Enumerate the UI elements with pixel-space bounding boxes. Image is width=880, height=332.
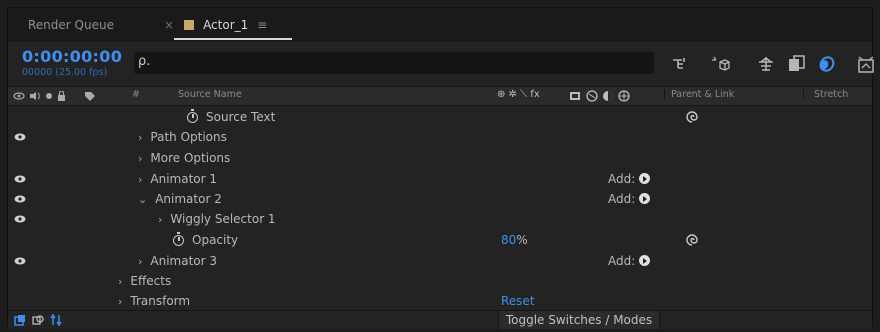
property-label: ⌄ Animator 2 — [138, 192, 222, 206]
property-label: › More Options — [138, 151, 231, 165]
property-label: Source Text — [187, 109, 275, 124]
eye-icon[interactable] — [14, 133, 26, 141]
property-row-transform[interactable]: › Transform Reset — [8, 291, 872, 311]
timeline-footer: Toggle Switches / Modes — [8, 310, 872, 329]
property-row-opacity[interactable]: Opacity 80% — [8, 230, 872, 250]
property-label: › Path Options — [138, 130, 227, 144]
layer-number-header: # — [132, 89, 140, 100]
add-property-menu[interactable]: Add: — [608, 254, 651, 268]
close-tab-icon[interactable]: × — [164, 8, 174, 42]
property-label: › Animator 3 — [138, 254, 218, 268]
property-row-animator-1[interactable]: › Animator 1 Add: — [8, 169, 872, 189]
switches-header-icons: ⊕ ✲ ⟍ fx — [497, 89, 540, 100]
panel-menu-icon[interactable]: ≡ — [257, 8, 267, 42]
in-out-duration-pane-icon[interactable] — [50, 314, 62, 326]
property-label: › Wiggly Selector 1 — [158, 212, 276, 226]
composition-mini-flowchart-icon[interactable] — [670, 54, 690, 74]
property-row-wiggly-selector-1[interactable]: › Wiggly Selector 1 — [8, 209, 872, 229]
pickwhip-icon[interactable] — [684, 232, 700, 248]
eye-icon[interactable] — [14, 215, 26, 223]
property-label: Opacity — [173, 232, 238, 247]
collapsed-chevron-icon[interactable]: › — [138, 173, 142, 186]
property-row-animator-2[interactable]: ⌄ Animator 2 Add: — [8, 189, 872, 209]
parent-link-header[interactable]: Parent & Link — [664, 89, 734, 100]
draft-3d-icon[interactable] — [710, 54, 730, 74]
shy-layers-icon[interactable] — [756, 54, 776, 74]
layer-switches-pane-icon[interactable] — [14, 314, 26, 326]
add-arrow-icon[interactable] — [639, 255, 651, 266]
av-features-header-icons — [13, 91, 95, 101]
property-row-animator-3[interactable]: › Animator 3 Add: — [8, 251, 872, 271]
property-row-effects[interactable]: › Effects — [8, 271, 872, 291]
panel-tab-bar: Render Queue × Actor_1 ≡ — [8, 8, 872, 42]
property-label: › Transform — [118, 294, 191, 308]
graph-editor-icon[interactable] — [856, 54, 876, 74]
collapsed-chevron-icon[interactable]: › — [138, 255, 142, 268]
add-arrow-icon[interactable] — [639, 173, 651, 184]
opacity-value[interactable]: 80% — [501, 233, 528, 247]
source-name-header[interactable]: Source Name — [178, 89, 242, 100]
toggle-switches-modes-button[interactable]: Toggle Switches / Modes — [498, 311, 660, 329]
collapsed-chevron-icon[interactable]: › — [118, 295, 122, 308]
property-label: › Effects — [118, 274, 172, 288]
current-time-display[interactable]: 0:00:00:00 — [22, 47, 122, 66]
layer-search-input[interactable]: ρ. — [134, 52, 654, 74]
stopwatch-icon[interactable] — [187, 109, 198, 123]
expanded-chevron-icon[interactable]: ⌄ — [138, 193, 147, 206]
stretch-header[interactable]: Stretch — [803, 89, 848, 100]
stopwatch-icon[interactable] — [173, 232, 184, 246]
eye-icon[interactable] — [14, 175, 26, 183]
column-header-row: # Source Name ⊕ ✲ ⟍ fx Parent & Link Str… — [8, 86, 872, 106]
active-tab-underline — [174, 38, 292, 40]
property-row-path-options[interactable]: › Path Options — [8, 127, 872, 147]
pickwhip-icon[interactable] — [684, 109, 700, 125]
property-row-source-text[interactable]: Source Text — [8, 107, 872, 127]
switch-icons-strip — [570, 90, 630, 102]
eye-icon[interactable] — [14, 257, 26, 265]
frame-count-display: 00000 (25.00 fps) — [22, 67, 108, 78]
tab-actor-1[interactable]: × Actor_1 ≡ — [164, 8, 267, 42]
frame-blending-icon[interactable] — [786, 54, 806, 74]
collapsed-chevron-icon[interactable]: › — [138, 131, 142, 144]
timeline-panel: Render Queue × Actor_1 ≡ 0:00:00:00 00000 … — [7, 7, 874, 329]
add-property-menu[interactable]: Add: — [608, 172, 651, 186]
collapsed-chevron-icon[interactable]: › — [118, 275, 122, 288]
property-label: › Animator 1 — [138, 172, 218, 186]
tab-render-queue[interactable]: Render Queue — [28, 8, 114, 42]
add-arrow-icon[interactable] — [639, 193, 651, 204]
motion-blur-icon[interactable] — [816, 54, 836, 74]
timeline-header: 0:00:00:00 00000 (25.00 fps) ρ. — [8, 42, 874, 86]
search-icon: ρ. — [138, 54, 151, 69]
collapsed-chevron-icon[interactable]: › — [138, 152, 142, 165]
collapsed-chevron-icon[interactable]: › — [158, 213, 162, 226]
property-row-more-options[interactable]: › More Options — [8, 148, 872, 168]
composition-color-swatch — [184, 20, 195, 30]
transform-reset-link[interactable]: Reset — [501, 294, 535, 308]
add-property-menu[interactable]: Add: — [608, 192, 651, 206]
tab-label: Actor_1 — [203, 18, 249, 32]
eye-icon[interactable] — [14, 195, 26, 203]
transfer-controls-pane-icon[interactable] — [32, 314, 44, 326]
